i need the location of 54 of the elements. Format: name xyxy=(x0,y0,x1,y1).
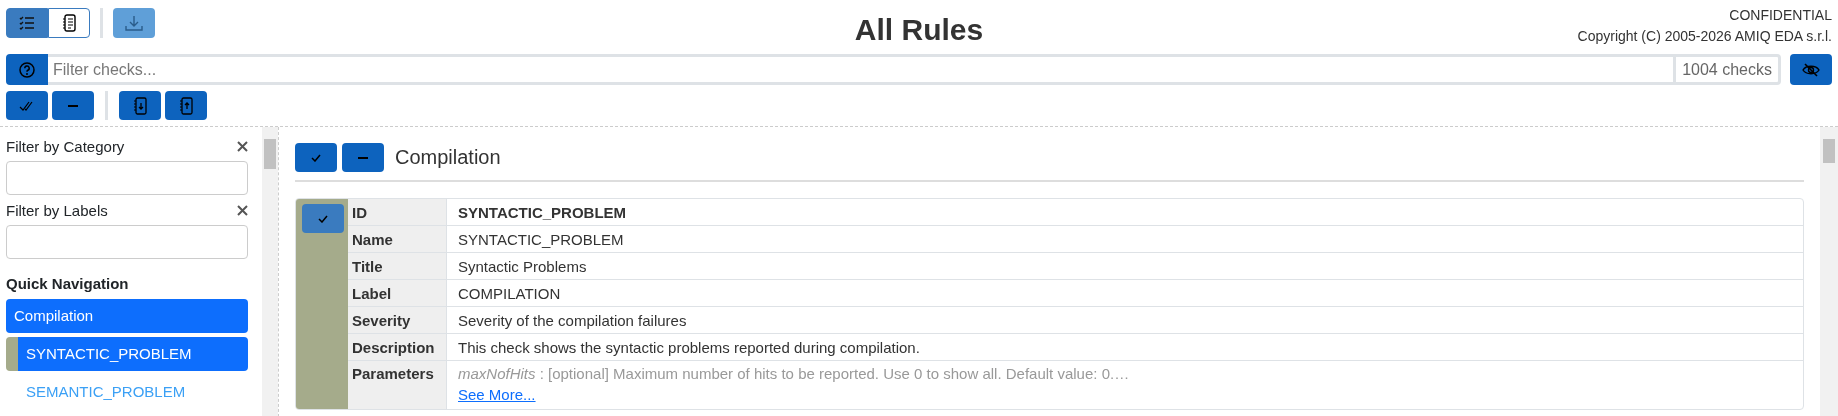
double-check-icon xyxy=(19,100,35,111)
row-label: ID xyxy=(352,203,367,221)
eye-slash-icon xyxy=(1802,62,1820,77)
notice-text: Copyright (C) 2005-2026 AMIQ EDA s.r.l. xyxy=(1577,27,1832,46)
table-cell: COMPILATION xyxy=(458,284,561,302)
table-cell: This check shows the syntactic problems reported during compilation. xyxy=(458,338,920,356)
nav-item[interactable]: Compilation xyxy=(6,299,248,333)
filter-label: Filter by Labels xyxy=(6,201,108,219)
check-icon xyxy=(318,214,328,223)
row-label: Title xyxy=(352,257,383,275)
filter-field[interactable] xyxy=(6,161,248,195)
help-button[interactable] xyxy=(6,54,48,85)
table-cell: Syntactic Problems xyxy=(458,257,587,275)
notice-text: CONFIDENTIAL xyxy=(1729,6,1832,25)
collapse-all-button[interactable] xyxy=(165,91,207,120)
filter-field[interactable] xyxy=(6,225,248,259)
minus-icon xyxy=(68,104,78,107)
enable-button[interactable] xyxy=(295,143,337,172)
view-toggle-button[interactable] xyxy=(48,8,90,38)
enable-all-button[interactable] xyxy=(6,91,48,120)
download-icon xyxy=(125,15,143,31)
close-icon[interactable] xyxy=(237,140,248,152)
section-title: Compilation xyxy=(395,146,501,169)
table-cell: SYNTACTIC_PROBLEM xyxy=(458,203,627,221)
document-arrow-down-icon xyxy=(133,96,147,115)
row-label: Label xyxy=(352,284,392,302)
enabled-toggle[interactable] xyxy=(302,204,344,233)
row-label: Parameters xyxy=(352,365,434,382)
table-cell: maxNofHits : [optional] Maximum number of hits to be reported. Use 0 to show all. Default value: 0.… xyxy=(458,365,1130,382)
scrollbar[interactable] xyxy=(1820,127,1838,416)
filter-field[interactable]: Filter checks... xyxy=(48,54,1674,85)
section-heading: Quick Navigation xyxy=(6,275,130,293)
table-cell: SYNTACTIC_PROBLEM xyxy=(458,230,624,248)
filter-label: Filter by Category xyxy=(6,137,125,155)
document-arrow-up-icon xyxy=(179,96,193,115)
table-cell: Severity of the compilation failures xyxy=(458,311,687,329)
nav-item[interactable]: SEMANTIC_PROBLEM xyxy=(6,375,248,409)
view-toggle-button[interactable] xyxy=(6,8,48,38)
close-icon[interactable] xyxy=(237,204,248,216)
check-icon xyxy=(311,153,321,162)
list-icon xyxy=(19,16,35,30)
minus-icon xyxy=(358,156,368,159)
hide-button[interactable] xyxy=(1790,54,1832,85)
help-icon xyxy=(19,61,35,78)
scrollbar[interactable] xyxy=(262,127,278,416)
expand-all-button[interactable] xyxy=(119,91,161,120)
see-more-link[interactable]: See More... xyxy=(458,386,536,403)
row-label: Severity xyxy=(352,311,411,329)
nav-item[interactable]: SYNTACTIC_PROBLEM xyxy=(6,337,248,371)
row-label: Name xyxy=(352,230,393,248)
page-title: All Rules xyxy=(854,12,984,48)
document-icon xyxy=(62,14,76,32)
check-count: 1004 checks xyxy=(1673,54,1781,85)
row-label: Description xyxy=(352,338,435,356)
